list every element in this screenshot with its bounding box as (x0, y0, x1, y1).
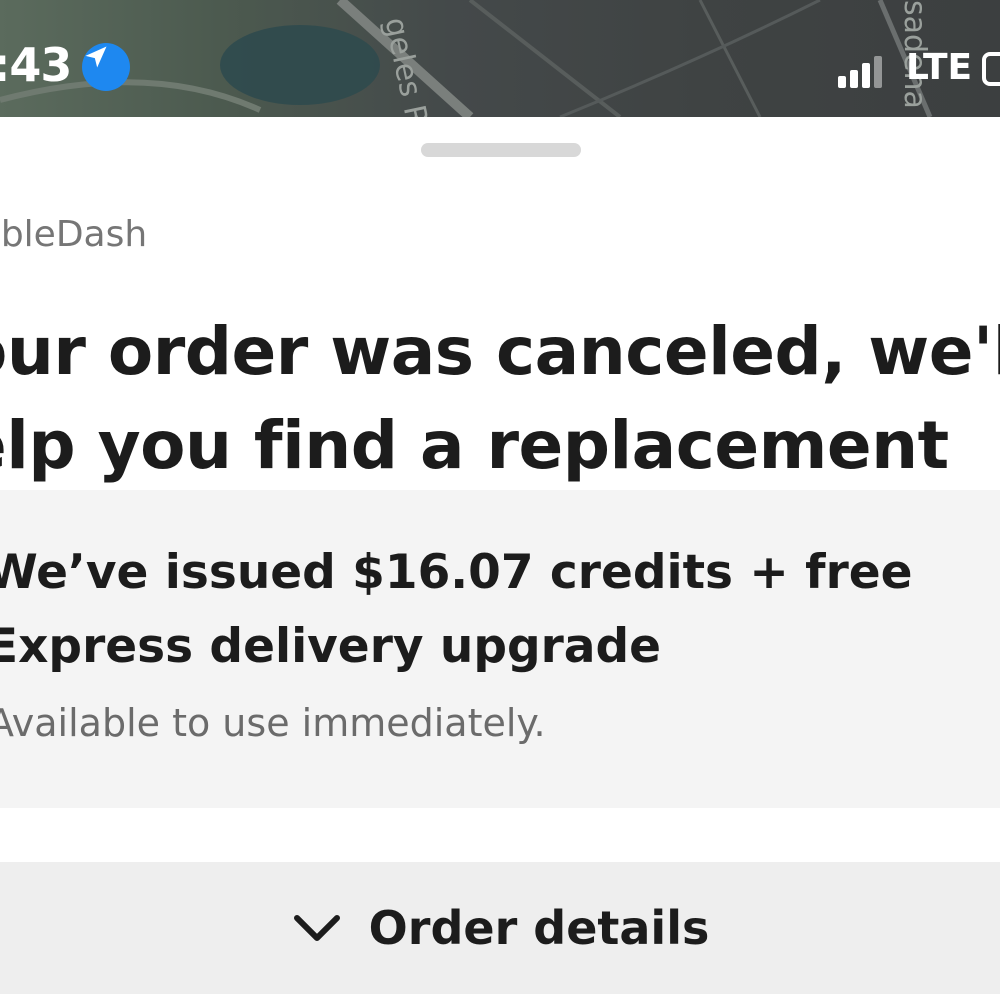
map-label-river: geles Ri (377, 14, 436, 117)
headline-line: our order was canceled, we'l (0, 313, 1000, 390)
credit-notice: We’ve issued $16.07 credits + free Expre… (0, 490, 1000, 808)
order-details-label: Order details (368, 901, 710, 955)
cancellation-headline: our order was canceled, we'l elp you fin… (0, 305, 1000, 493)
location-arrow-icon (82, 43, 130, 91)
battery-icon (982, 52, 1000, 86)
network-type: LTE (906, 47, 973, 88)
headline-line: elp you find a replacement (0, 407, 949, 484)
credit-subtitle: Available to use immediately. (0, 701, 546, 745)
store-name: ubleDash (0, 214, 148, 255)
credit-title-line: Express delivery upgrade (0, 619, 662, 674)
map-background: geles Ri sadena :43 LTE (0, 0, 1000, 117)
status-time: :43 (0, 38, 72, 92)
credit-title: We’ve issued $16.07 credits + free Expre… (0, 536, 913, 684)
sheet-drag-handle[interactable] (421, 143, 581, 157)
signal-bars-icon (838, 56, 884, 88)
credit-title-line: We’ve issued $16.07 credits + free (0, 545, 913, 600)
order-details-button[interactable]: Order details (0, 862, 1000, 994)
bottom-sheet: ubleDash our order was canceled, we'l el… (0, 117, 1000, 1000)
chevron-down-icon (293, 915, 340, 941)
